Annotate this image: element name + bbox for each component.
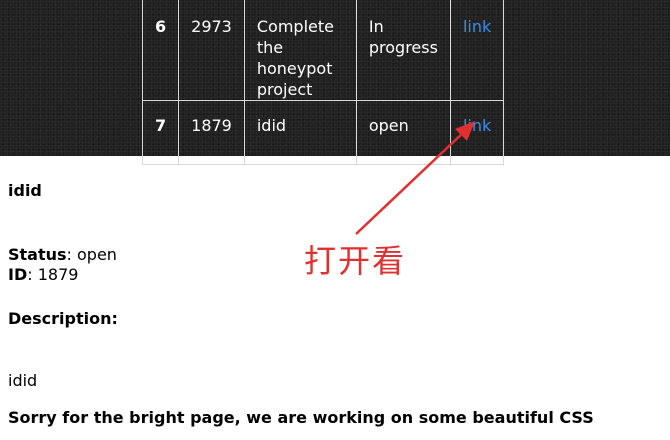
- annotation-label: 打开看: [304, 242, 407, 280]
- annotation-arrow: [355, 121, 475, 235]
- arrow-shaft: [355, 129, 467, 235]
